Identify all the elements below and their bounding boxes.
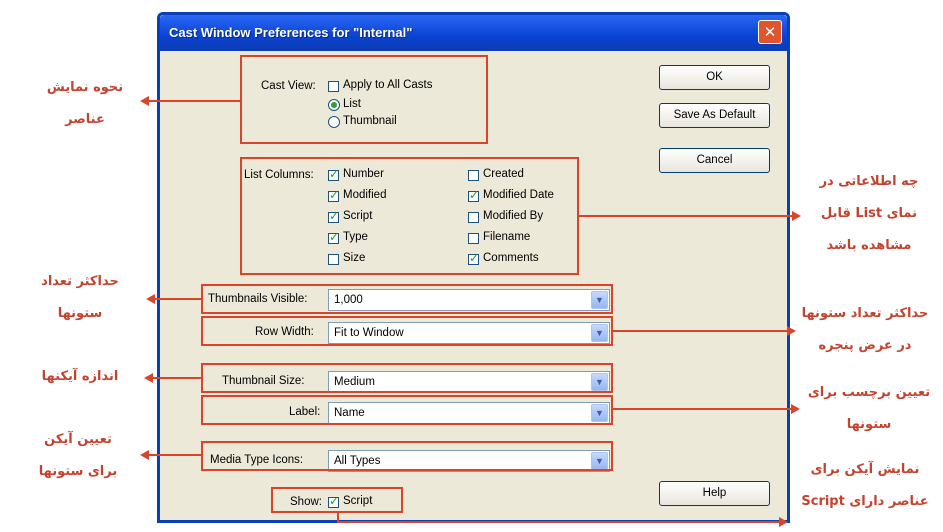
annotation-script-line2: عناصر دارای Script bbox=[801, 494, 929, 509]
annotation-max-cols-line1: حداکثر تعداد ستونها bbox=[801, 306, 929, 321]
annotation-icon-type-line2: برای ستونها bbox=[38, 464, 118, 479]
annotation-label-line2: ستونها bbox=[846, 417, 892, 432]
annotation-cast-view-line1: نحوه نمایش bbox=[46, 80, 124, 95]
annotation-icon-type: تعیین آیکن برای ستونها bbox=[20, 424, 136, 488]
annotation-list-info-line1: چه اطلاعاتی در bbox=[819, 174, 919, 189]
label-connector bbox=[613, 408, 793, 410]
chevron-down-icon[interactable]: ▼ bbox=[591, 452, 608, 470]
thumbnail-radio-label: Thumbnail bbox=[343, 115, 397, 127]
chevron-down-icon[interactable]: ▼ bbox=[591, 404, 608, 422]
save-as-default-button[interactable]: Save As Default bbox=[659, 103, 770, 128]
col-size-label: Size bbox=[343, 252, 366, 264]
dialog-title: Cast Window Preferences for "Internal" bbox=[169, 25, 413, 40]
list-columns-label: List Columns: bbox=[244, 169, 314, 181]
annotation-script: نمایش آیکن برای عناصر دارای Script bbox=[790, 454, 940, 518]
annotation-max-count-line2: ستونها bbox=[57, 306, 103, 321]
annotation-list-info: چه اطلاعاتی در نمای List قابل مشاهده باش… bbox=[800, 166, 938, 262]
close-icon[interactable]: ✕ bbox=[758, 20, 782, 44]
annotation-max-cols-line2: در عرض پنجره bbox=[818, 338, 912, 353]
cast-view-label: Cast View: bbox=[261, 80, 316, 92]
thumbnails-visible-select[interactable]: 1,000 ▼ bbox=[328, 289, 610, 311]
col-created-label: Created bbox=[483, 168, 524, 180]
annotation-icon-size: اندازه آیکنها bbox=[20, 361, 140, 393]
list-info-connector bbox=[579, 215, 794, 217]
annotation-label: تعیین برچسب برای ستونها bbox=[798, 377, 940, 441]
col-script-label: Script bbox=[343, 210, 373, 222]
col-script-checkbox[interactable] bbox=[328, 209, 339, 223]
media-type-icons-value: All Types bbox=[334, 455, 381, 467]
label-select-value: Name bbox=[334, 407, 365, 419]
cancel-button[interactable]: Cancel bbox=[659, 148, 770, 173]
annotation-list-info-line3: مشاهده باشد bbox=[826, 238, 912, 253]
col-modified-date-label: Modified Date bbox=[483, 189, 554, 201]
cast-view-connector bbox=[146, 100, 240, 102]
col-comments-label: Comments bbox=[483, 252, 539, 264]
list-radio-label: List bbox=[343, 98, 361, 110]
col-filename-checkbox[interactable] bbox=[468, 233, 479, 244]
annotation-cast-view-line2: عناصر bbox=[65, 112, 105, 127]
media-type-icons-select[interactable]: All Types ▼ bbox=[328, 450, 610, 472]
annotation-max-count-line1: حداکثر تعداد bbox=[41, 274, 119, 289]
thumbnail-size-label: Thumbnail Size: bbox=[222, 375, 305, 387]
arrow-right-icon bbox=[779, 517, 788, 527]
thumbnail-size-select[interactable]: Medium ▼ bbox=[328, 371, 610, 393]
col-modified-by-checkbox[interactable] bbox=[468, 212, 479, 223]
col-modified-checkbox[interactable] bbox=[328, 188, 339, 202]
col-number-label: Number bbox=[343, 168, 384, 180]
icon-size-connector bbox=[150, 377, 201, 379]
annotation-script-line1: نمایش آیکن برای bbox=[810, 462, 920, 477]
arrow-left-icon bbox=[146, 294, 155, 304]
label-field-label: Label: bbox=[289, 406, 321, 418]
row-width-value: Fit to Window bbox=[334, 327, 404, 339]
title-bar[interactable]: Cast Window Preferences for "Internal" ✕ bbox=[160, 15, 787, 51]
col-comments-checkbox[interactable] bbox=[468, 251, 479, 265]
thumbnail-radio[interactable] bbox=[328, 116, 340, 128]
annotation-max-count: حداکثر تعداد ستونها bbox=[20, 266, 140, 330]
col-created-checkbox[interactable] bbox=[468, 170, 479, 181]
annotation-icon-type-line1: تعیین آیکن bbox=[44, 432, 112, 447]
show-label: Show: bbox=[290, 496, 322, 508]
arrow-left-icon bbox=[140, 96, 149, 106]
max-cols-connector bbox=[613, 330, 789, 332]
arrow-left-icon bbox=[144, 373, 153, 383]
col-filename-label: Filename bbox=[483, 231, 531, 243]
show-script-checkbox[interactable] bbox=[328, 494, 339, 508]
label-select[interactable]: Name ▼ bbox=[328, 402, 610, 424]
cast-window-preferences-dialog: Cast Window Preferences for "Internal" ✕… bbox=[157, 12, 790, 523]
chevron-down-icon[interactable]: ▼ bbox=[591, 324, 608, 342]
annotation-cast-view: نحوه نمایش عناصر bbox=[30, 72, 140, 136]
max-count-connector bbox=[152, 298, 201, 300]
script-connector-h bbox=[337, 521, 781, 523]
annotation-list-info-line2: نمای List قابل bbox=[820, 206, 918, 221]
col-modified-label: Modified bbox=[343, 189, 387, 201]
col-size-checkbox[interactable] bbox=[328, 254, 339, 265]
chevron-down-icon[interactable]: ▼ bbox=[591, 291, 608, 309]
help-button[interactable]: Help bbox=[659, 481, 770, 506]
thumbnail-size-value: Medium bbox=[334, 376, 375, 388]
row-width-label: Row Width: bbox=[255, 326, 314, 338]
icon-type-connector bbox=[146, 454, 201, 456]
media-type-icons-label: Media Type Icons: bbox=[210, 454, 304, 466]
col-type-checkbox[interactable] bbox=[328, 230, 339, 244]
arrow-left-icon bbox=[140, 450, 149, 460]
thumbnails-visible-value: 1,000 bbox=[334, 294, 363, 306]
thumbnails-visible-label: Thumbnails Visible: bbox=[208, 293, 308, 305]
col-modified-by-label: Modified By bbox=[483, 210, 544, 222]
col-type-label: Type bbox=[343, 231, 368, 243]
ok-button[interactable]: OK bbox=[659, 65, 770, 90]
apply-all-casts-checkbox[interactable] bbox=[328, 81, 339, 92]
annotation-max-cols: حداکثر تعداد ستونها در عرض پنجره bbox=[790, 298, 940, 362]
annotation-label-line1: تعیین برچسب برای bbox=[807, 385, 931, 400]
apply-all-casts-label: Apply to All Casts bbox=[343, 79, 433, 91]
show-script-label: Script bbox=[343, 495, 373, 507]
annotation-icon-size-line1: اندازه آیکنها bbox=[41, 369, 119, 384]
row-width-select[interactable]: Fit to Window ▼ bbox=[328, 322, 610, 344]
col-modified-date-checkbox[interactable] bbox=[468, 188, 479, 202]
chevron-down-icon[interactable]: ▼ bbox=[591, 373, 608, 391]
list-radio[interactable] bbox=[328, 99, 340, 111]
col-number-checkbox[interactable] bbox=[328, 167, 339, 181]
